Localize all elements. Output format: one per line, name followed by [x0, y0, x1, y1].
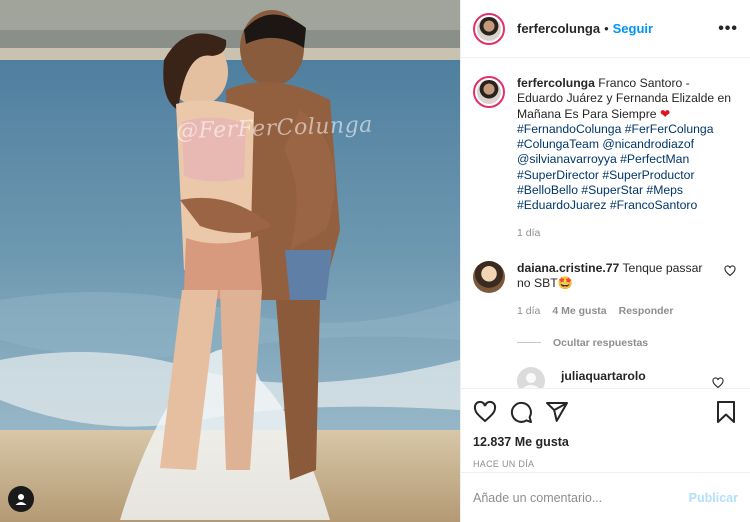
share-icon[interactable]	[545, 400, 569, 424]
comment-time[interactable]: 1 día	[517, 304, 540, 319]
toggle-replies-button[interactable]: Ocultar respuestas	[517, 337, 738, 349]
caption-username[interactable]: ferfercolunga	[517, 76, 595, 90]
mention-link[interactable]: @silvianavarroyya	[517, 152, 617, 166]
comment-likes[interactable]: 4 Me gusta	[552, 304, 606, 319]
comment-item: daiana.cristine.77 Tenque passar no SBT🤩…	[473, 260, 738, 319]
bookmark-icon[interactable]	[714, 400, 738, 424]
hashtag-link[interactable]: #FrancoSantoro	[610, 198, 697, 212]
replies-divider	[517, 342, 541, 344]
follow-button[interactable]: Seguir	[613, 21, 653, 36]
instagram-post: @FerFerColunga ferfercolunga • Seguir ••…	[0, 0, 750, 522]
hashtag-link[interactable]: #PerfectMan	[620, 152, 689, 166]
reply-item: juliaquartarolo	[517, 366, 738, 388]
hashtag-link[interactable]: #FerFerColunga	[625, 122, 714, 136]
post-header: ferfercolunga • Seguir •••	[461, 0, 750, 58]
toggle-replies-label: Ocultar respuestas	[553, 336, 649, 349]
post-photo[interactable]: @FerFerColunga	[0, 0, 460, 522]
commenter-username[interactable]: daiana.cristine.77	[517, 261, 619, 275]
hashtag-link[interactable]: #FernandoColunga	[517, 122, 621, 136]
post-actions: 12.837 Me gusta HACE UN DÍA	[461, 388, 750, 469]
likes-count[interactable]: 12.837 Me gusta	[473, 435, 738, 449]
caption-time[interactable]: 1 día	[517, 226, 738, 241]
author-avatar[interactable]	[473, 12, 505, 45]
caption-avatar[interactable]	[473, 76, 505, 108]
header-separator: •	[604, 21, 609, 36]
post-side-panel: ferfercolunga • Seguir ••• ferfercolunga…	[460, 0, 750, 522]
post-caption: ferfercolunga Franco Santoro - Eduardo J…	[473, 76, 738, 241]
reply-username[interactable]: juliaquartarolo	[561, 369, 646, 388]
user-tag-icon	[15, 494, 27, 505]
hashtag-link[interactable]: #SuperProductor	[602, 168, 694, 182]
author-username[interactable]: ferfercolunga	[517, 21, 600, 36]
action-icons	[473, 389, 738, 435]
hashtag-link[interactable]: #BelloBello	[517, 183, 578, 197]
mention-link[interactable]: @nicandrodiazof	[602, 137, 694, 151]
comments-list[interactable]: ferfercolunga Franco Santoro - Eduardo J…	[461, 58, 750, 388]
reply-button[interactable]: Responder	[619, 304, 674, 319]
caption-body: ferfercolunga Franco Santoro - Eduardo J…	[517, 76, 738, 241]
heart-emoji: ❤	[659, 106, 671, 121]
hashtag-link[interactable]: #EduardoJuarez	[517, 198, 606, 212]
heart-icon[interactable]	[473, 400, 497, 424]
hashtag-link[interactable]: #SuperDirector	[517, 168, 599, 182]
caption-tags: #FernandoColunga #FerFerColunga #Colunga…	[517, 122, 714, 212]
reply-avatar[interactable]	[517, 366, 545, 388]
more-icon: •••	[718, 19, 738, 37]
reply-like-icon[interactable]	[712, 377, 724, 388]
hashtag-link[interactable]: #SuperStar	[581, 183, 643, 197]
comment-icon[interactable]	[509, 400, 533, 424]
comment-input[interactable]	[473, 490, 689, 505]
hashtag-link[interactable]: #Meps	[646, 183, 683, 197]
add-comment-bar: Publicar	[461, 472, 750, 522]
comment-body: daiana.cristine.77 Tenque passar no SBT🤩…	[517, 261, 713, 319]
comment-like-icon[interactable]	[724, 265, 736, 277]
hashtag-link[interactable]: #ColungaTeam	[517, 137, 599, 151]
publish-button[interactable]: Publicar	[689, 491, 738, 505]
post-date[interactable]: HACE UN DÍA	[473, 459, 738, 469]
tagged-users-button[interactable]	[8, 486, 34, 512]
more-options-button[interactable]: •••	[718, 20, 738, 38]
commenter-avatar[interactable]	[473, 260, 505, 293]
comment-meta: 1 día 4 Me gusta Responder	[517, 304, 713, 319]
beach-scene	[0, 0, 460, 522]
